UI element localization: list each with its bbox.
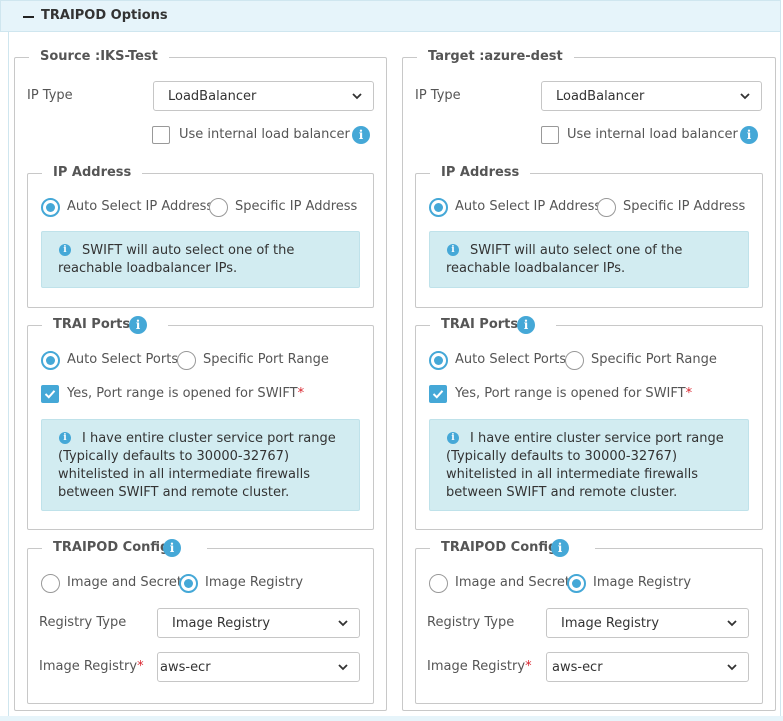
registry-type-select[interactable]: Image Registry [157, 608, 360, 638]
chevron-down-icon [740, 93, 750, 100]
image-registry-label-text: Image Registry [427, 659, 526, 674]
ip-info-text: SWIFT will auto select one of the reacha… [58, 243, 295, 276]
required-mark: * [685, 386, 693, 401]
required-mark: * [525, 659, 532, 674]
info-icon[interactable]: i [163, 539, 181, 557]
specific-ip-radio[interactable] [209, 198, 228, 217]
ports-info-alert: i I have entire cluster service port ran… [41, 419, 360, 511]
section-header[interactable]: TRAIPOD Options [0, 0, 781, 32]
ip-info-text: SWIFT will auto select one of the reacha… [446, 243, 683, 276]
chevron-down-icon [338, 620, 348, 627]
registry-type-label: Registry Type [427, 615, 515, 630]
ip-address-legend: IP Address [441, 165, 520, 180]
image-registry-value: aws-ecr [552, 660, 603, 675]
info-icon[interactable]: i [740, 126, 758, 144]
collapse-icon[interactable] [23, 16, 34, 18]
auto-ports-radio[interactable] [41, 351, 60, 370]
checkmark-icon [432, 390, 444, 399]
source-legend: Source :IKS-Test [40, 49, 158, 64]
internal-lb-label: Use internal load balancer [179, 127, 350, 142]
required-mark: * [137, 659, 144, 674]
specific-ports-label: Specific Port Range [203, 352, 329, 367]
section-title: TRAIPOD Options [41, 8, 168, 23]
ip-type-select[interactable]: LoadBalancer [541, 81, 762, 111]
chevron-down-icon [727, 620, 737, 627]
image-registry-option-label: Image Registry [593, 575, 692, 590]
auto-ports-radio[interactable] [429, 351, 448, 370]
specific-ports-radio[interactable] [177, 351, 196, 370]
ip-address-legend: IP Address [53, 165, 132, 180]
traipod-config-legend: TRAIPOD Config [430, 540, 595, 556]
image-registry-value: aws-ecr [160, 660, 211, 675]
bottom-strip [0, 716, 783, 721]
port-opened-text: Yes, Port range is opened for SWIFT [67, 386, 298, 401]
ip-info-alert: i SWIFT will auto select one of the reac… [429, 231, 749, 288]
specific-ip-label: Specific IP Address [623, 199, 746, 214]
ip-type-label: IP Type [27, 88, 73, 103]
required-mark: * [297, 386, 305, 401]
image-registry-option-label: Image Registry [205, 575, 304, 590]
traipod-config-title: TRAIPOD Config [441, 540, 558, 555]
ip-type-select[interactable]: LoadBalancer [153, 81, 374, 111]
chevron-down-icon [727, 664, 737, 671]
checkmark-icon [44, 390, 56, 399]
auto-ip-label: Auto Select IP Address [67, 199, 214, 214]
internal-lb-checkbox[interactable] [541, 126, 559, 144]
specific-ip-radio[interactable] [597, 198, 616, 217]
trai-ports-title: TRAI Ports [53, 317, 131, 332]
image-registry-label: Image Registry* [427, 659, 532, 674]
port-opened-text: Yes, Port range is opened for SWIFT [455, 386, 686, 401]
image-registry-radio[interactable] [179, 574, 198, 593]
image-secret-radio[interactable] [41, 574, 60, 593]
registry-type-select[interactable]: Image Registry [546, 608, 749, 638]
port-opened-checkbox[interactable] [41, 385, 59, 403]
specific-ports-radio[interactable] [565, 351, 584, 370]
traipod-config-legend: TRAIPOD Config [42, 540, 207, 556]
auto-ip-radio[interactable] [41, 198, 60, 217]
auto-ports-label: Auto Select Ports [67, 352, 179, 367]
ports-info-text: I have entire cluster service port range… [58, 431, 336, 500]
info-icon[interactable]: i [517, 316, 535, 334]
ip-type-value: LoadBalancer [168, 89, 257, 104]
ip-type-label: IP Type [415, 88, 461, 103]
image-registry-select[interactable]: aws-ecr [157, 652, 360, 682]
image-registry-label: Image Registry* [39, 659, 144, 674]
trai-ports-legend: TRAI Ports [42, 317, 168, 333]
auto-ports-label: Auto Select Ports [455, 352, 567, 367]
image-secret-radio[interactable] [429, 574, 448, 593]
internal-lb-label: Use internal load balancer [567, 127, 738, 142]
image-registry-select[interactable]: aws-ecr [546, 652, 749, 682]
image-secret-label: Image and Secret [455, 575, 570, 590]
port-opened-checkbox[interactable] [429, 385, 447, 403]
registry-type-value: Image Registry [561, 616, 660, 631]
specific-ip-label: Specific IP Address [235, 199, 358, 214]
auto-ip-radio[interactable] [429, 198, 448, 217]
chevron-down-icon [352, 93, 362, 100]
info-icon[interactable]: i [129, 316, 147, 334]
ports-info-text: I have entire cluster service port range… [446, 431, 724, 500]
port-opened-label: Yes, Port range is opened for SWIFT* [67, 386, 304, 401]
image-secret-label: Image and Secret [67, 575, 182, 590]
info-icon[interactable]: i [352, 126, 370, 144]
registry-type-label: Registry Type [39, 615, 127, 630]
trai-ports-legend: TRAI Ports [430, 317, 556, 333]
ip-type-value: LoadBalancer [556, 89, 645, 104]
target-legend: Target :azure-dest [428, 49, 563, 64]
chevron-down-icon [338, 664, 348, 671]
image-registry-radio[interactable] [567, 574, 586, 593]
registry-type-value: Image Registry [172, 616, 271, 631]
internal-lb-checkbox[interactable] [152, 126, 170, 144]
traipod-config-title: TRAIPOD Config [53, 540, 170, 555]
trai-ports-title: TRAI Ports [441, 317, 519, 332]
image-registry-label-text: Image Registry [39, 659, 138, 674]
info-icon[interactable]: i [551, 539, 569, 557]
ports-info-alert: i I have entire cluster service port ran… [429, 419, 749, 511]
port-opened-label: Yes, Port range is opened for SWIFT* [455, 386, 692, 401]
specific-ports-label: Specific Port Range [591, 352, 717, 367]
auto-ip-label: Auto Select IP Address [455, 199, 602, 214]
ip-info-alert: i SWIFT will auto select one of the reac… [41, 231, 360, 288]
